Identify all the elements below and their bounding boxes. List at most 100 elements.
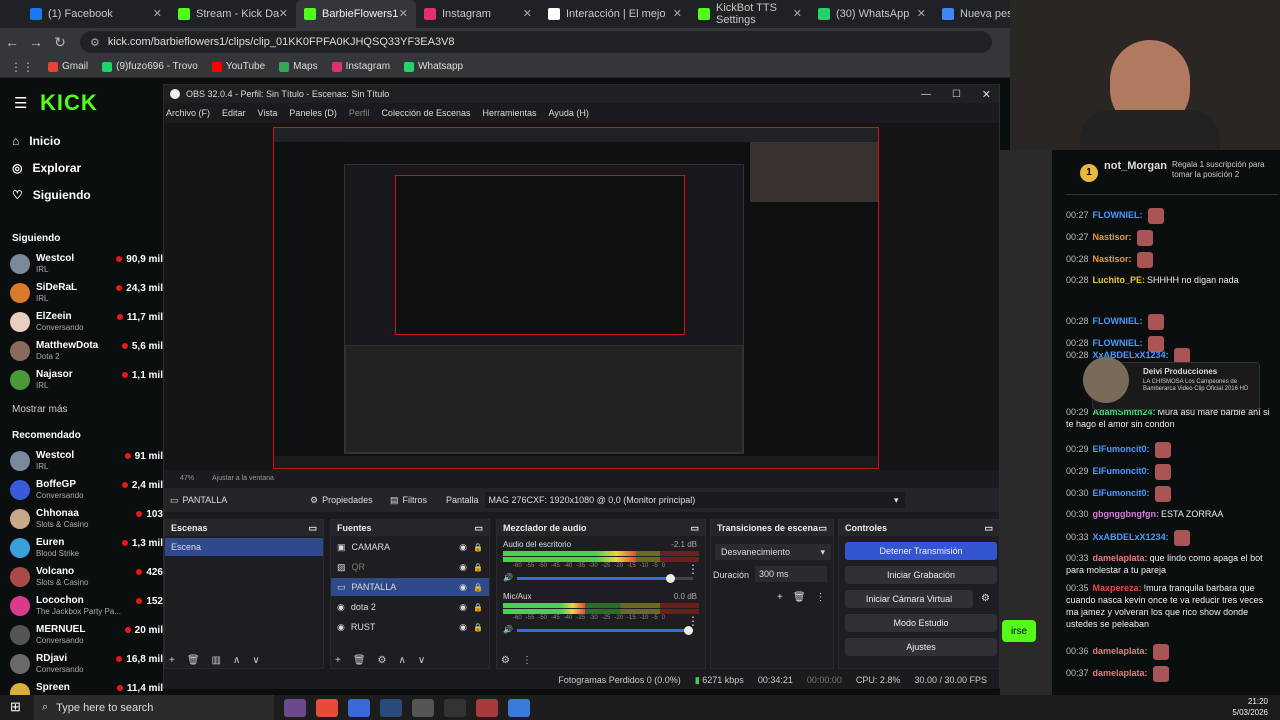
close-tab-icon[interactable]: ✕: [399, 7, 408, 20]
menu-item[interactable]: Herramientas: [483, 108, 537, 118]
speaker-icon[interactable]: 🔊: [503, 625, 513, 634]
close-tab-icon[interactable]: ✕: [673, 7, 682, 20]
follow-button[interactable]: irse: [1002, 620, 1036, 642]
chat-username[interactable]: FLOWNIEL:: [1093, 316, 1143, 326]
control-button-2[interactable]: Iniciar Cámara Virtual: [845, 590, 973, 608]
lock-icon[interactable]: 🔒: [473, 603, 483, 612]
steam-icon[interactable]: [380, 698, 402, 717]
channel-item[interactable]: BoffeGP Conversando 2,4 mil: [10, 478, 163, 504]
zoom-level[interactable]: 47%: [180, 475, 194, 482]
channel-item[interactable]: Westcol IRL 91 mil: [10, 449, 163, 475]
preview-canvas[interactable]: [273, 127, 879, 469]
channel-item[interactable]: MERNUEL Conversando 20 mil: [10, 623, 163, 649]
filter-icon[interactable]: ▥: [212, 655, 221, 666]
control-button-4[interactable]: Ajustes: [845, 638, 997, 656]
filters-button[interactable]: ▤ Filtros: [390, 495, 446, 506]
source-item[interactable]: ▭ PANTALLA ◉ 🔒: [331, 578, 489, 596]
dock-menu-icon[interactable]: ▭: [308, 523, 317, 534]
bookmark[interactable]: Maps: [279, 61, 318, 72]
minimize-icon[interactable]: —: [921, 89, 931, 100]
obs-preview[interactable]: [164, 123, 999, 470]
browser-tab[interactable]: Instagram ✕: [416, 0, 540, 28]
up-icon[interactable]: ∧: [233, 655, 240, 666]
down-icon[interactable]: ∨: [252, 655, 259, 666]
channel-item[interactable]: Euren Blood Strike 1,3 mil: [10, 536, 163, 562]
channel-item[interactable]: ElZeein Conversando 11,7 mil: [10, 310, 163, 336]
back-icon[interactable]: ←: [0, 34, 24, 50]
dock-menu-icon[interactable]: ▭: [690, 523, 699, 534]
down-icon[interactable]: ∨: [418, 655, 425, 666]
dock-menu-icon[interactable]: ▭: [474, 523, 483, 534]
browser-tab[interactable]: Stream - Kick Da ✕: [170, 0, 296, 28]
add-icon[interactable]: +: [169, 655, 175, 666]
control-button-3[interactable]: Modo Estudio: [845, 614, 997, 632]
chrome-icon[interactable]: [316, 698, 338, 717]
eye-icon[interactable]: ◉: [459, 622, 467, 633]
reload-icon[interactable]: ↻: [48, 34, 72, 51]
chat-username[interactable]: damelaplata:: [1093, 646, 1148, 656]
gear-icon[interactable]: ⚙: [378, 655, 387, 666]
dock-menu-icon[interactable]: ▭: [984, 523, 993, 534]
lock-icon[interactable]: 🔒: [473, 623, 483, 632]
close-tab-icon[interactable]: ✕: [279, 7, 288, 20]
chat-username[interactable]: ElFumoncit0:: [1093, 488, 1150, 498]
nav-siguiendo[interactable]: ♡ Siguiendo: [12, 188, 91, 202]
chat-username[interactable]: FLOWNIEL:: [1093, 210, 1143, 220]
bookmark[interactable]: Instagram: [331, 61, 390, 72]
more-icon[interactable]: ⋮: [522, 655, 532, 666]
menu-icon[interactable]: ☰: [14, 94, 27, 112]
volume-knob[interactable]: [666, 574, 676, 583]
bookmark[interactable]: Whatsapp: [404, 61, 463, 72]
more-icon[interactable]: ⋮: [816, 592, 826, 603]
eye-icon[interactable]: ◉: [459, 582, 467, 593]
speaker-icon[interactable]: 🔊: [503, 573, 513, 582]
browser-tab[interactable]: (30) WhatsApp ✕: [810, 0, 934, 28]
url-input[interactable]: ⚙ kick.com/barbieflowers1/clips/clip_01K…: [80, 31, 992, 53]
close-tab-icon[interactable]: ✕: [523, 7, 532, 20]
browser-tab[interactable]: (1) Facebook ✕: [22, 0, 170, 28]
dock-menu-icon[interactable]: ▭: [818, 523, 827, 534]
app-blue-icon[interactable]: [508, 698, 530, 717]
channel-item[interactable]: SiDeRaL IRL 24,3 mil: [10, 281, 163, 307]
source-item[interactable]: ◉ dota 2 ◉ 🔒: [331, 598, 489, 616]
windows-start-icon[interactable]: ⊞: [10, 699, 21, 715]
eye-icon[interactable]: ◉: [459, 542, 467, 553]
more-icon[interactable]: ⋮: [687, 562, 699, 576]
scene-item[interactable]: Escena: [165, 538, 323, 556]
channel-item[interactable]: MatthewDota Dota 2 5,6 mil: [10, 339, 163, 365]
chat-username[interactable]: gbgnggbngfgn:: [1093, 509, 1159, 519]
bookmark[interactable]: Gmail: [48, 61, 88, 72]
gear-icon[interactable]: ⚙: [501, 655, 510, 666]
menu-item[interactable]: Editar: [222, 108, 246, 118]
fit-mode[interactable]: Ajustar a la ventana: [212, 475, 274, 482]
menu-item[interactable]: Colección de Escenas: [381, 108, 470, 118]
eye-icon[interactable]: ◉: [459, 602, 467, 613]
close-icon[interactable]: ✕: [982, 88, 991, 101]
channel-item[interactable]: Westcol IRL 90,9 mil: [10, 252, 163, 278]
nav-inicio[interactable]: ⌂ Inicio: [12, 134, 61, 148]
apps-icon[interactable]: ⋮⋮: [10, 60, 34, 74]
channel-item[interactable]: Volcano Slots & Casino 426: [10, 565, 163, 591]
bookmark[interactable]: YouTube: [211, 61, 265, 72]
bookmark[interactable]: (9)fuzo696 - Trovo: [102, 61, 198, 72]
chat-username[interactable]: Nastisor:: [1093, 254, 1132, 264]
source-item[interactable]: ▣ CAMARA ◉ 🔒: [331, 538, 489, 556]
volume-slider[interactable]: [517, 574, 693, 583]
chat-username[interactable]: ElFumoncit0:: [1093, 466, 1150, 476]
lock-icon[interactable]: 🔒: [473, 563, 483, 572]
trash-icon[interactable]: 🗑: [793, 592, 806, 603]
close-tab-icon[interactable]: ✕: [917, 7, 926, 20]
channel-item[interactable]: Najasor IRL 1,1 mil: [10, 368, 163, 394]
eye-icon[interactable]: ◉: [459, 562, 467, 573]
chat-username[interactable]: Luchito_PE:: [1093, 275, 1146, 285]
chat-username[interactable]: FLOWNIEL:: [1093, 338, 1143, 348]
menu-item[interactable]: Vista: [258, 108, 278, 118]
menu-item[interactable]: Perfil: [349, 108, 370, 118]
channel-item[interactable]: Chhonaa Slots & Casino 103: [10, 507, 163, 533]
chat-username[interactable]: damelaplata:: [1093, 668, 1148, 678]
close-tab-icon[interactable]: ✕: [153, 7, 162, 20]
control-button-1[interactable]: Iniciar Grabación: [845, 566, 997, 584]
chat-username[interactable]: ElFumoncit0:: [1093, 444, 1150, 454]
add-icon[interactable]: +: [335, 655, 341, 666]
chat-username[interactable]: Maxpereza:: [1093, 583, 1142, 593]
